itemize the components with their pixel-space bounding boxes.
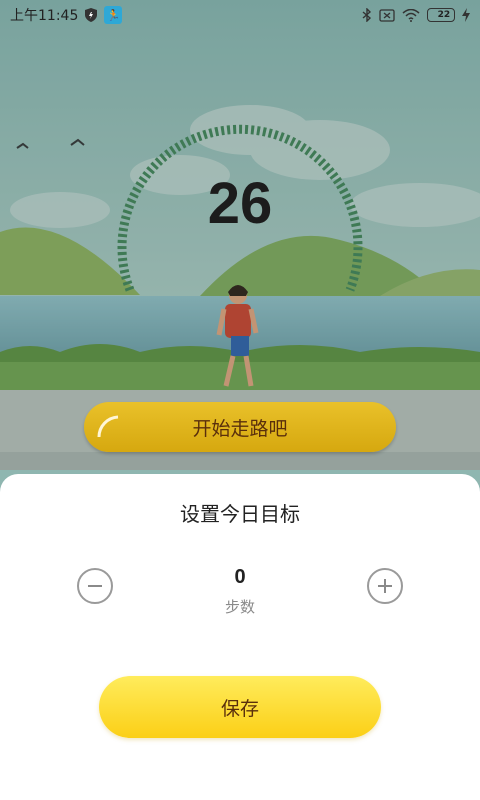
plus-icon <box>378 579 392 593</box>
progress-arc-icon <box>97 415 119 438</box>
save-label: 保存 <box>220 697 259 720</box>
goal-sheet: 设置今日目标 0 步数 保存 <box>0 474 480 800</box>
runner-app-icon: 🏃 <box>104 6 123 24</box>
wifi-icon <box>402 8 420 22</box>
walking-scene: 26 开始走路吧 <box>0 0 480 470</box>
battery-level: 22 <box>437 10 451 20</box>
start-walking-button[interactable]: 开始走路吧 <box>84 402 396 452</box>
start-walking-label: 开始走路吧 <box>192 417 288 440</box>
bluetooth-icon <box>362 8 372 22</box>
shield-icon <box>85 8 98 22</box>
no-sim-icon <box>379 8 395 22</box>
goal-unit: 步数 <box>224 598 255 616</box>
goal-value: 0 <box>234 566 246 588</box>
status-bar: 上午11:45 🏃 22 <box>0 0 480 30</box>
save-button[interactable]: 保存 <box>99 676 381 738</box>
charging-icon <box>462 8 470 22</box>
current-steps: 26 <box>207 171 273 236</box>
battery-icon: 22 <box>427 8 455 22</box>
status-time: 上午11:45 <box>10 8 79 24</box>
increase-goal-button[interactable] <box>367 568 403 604</box>
sheet-title: 设置今日目标 <box>180 502 300 526</box>
